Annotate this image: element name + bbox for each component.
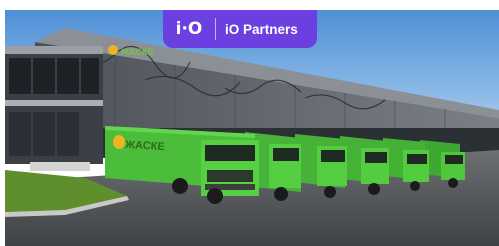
- io-partners-badge: i·O iO Partners: [163, 10, 317, 48]
- badge-brand-name: iO Partners: [225, 21, 298, 37]
- io-logo-icon: i·O: [175, 19, 203, 39]
- trailer-brand-text: ЖАСКЕ: [124, 139, 165, 153]
- building-brand-text: ЖАСКЕ: [120, 47, 153, 57]
